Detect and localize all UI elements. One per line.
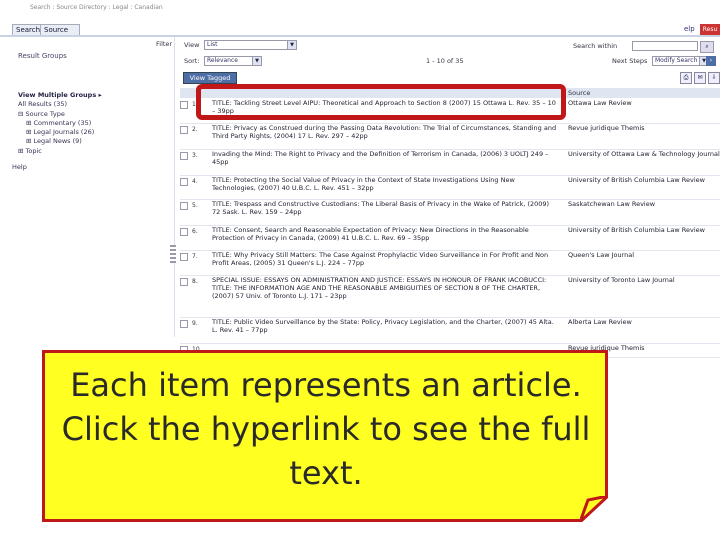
- topic-toggle[interactable]: ⊞ Topic: [18, 147, 42, 155]
- source-type-toggle[interactable]: ⊟ Source Type: [18, 110, 65, 118]
- article-source: Revue juridique Themis: [568, 124, 645, 132]
- article-title-link[interactable]: TITLE: Privacy as Construed during the P…: [212, 124, 557, 148]
- table-row: 9. TITLE: Public Video Surveillance by th…: [180, 318, 720, 344]
- article-title-link[interactable]: TITLE: Protecting the Social Value of Pr…: [212, 176, 557, 198]
- search-within-input[interactable]: [632, 41, 698, 51]
- chevron-down-icon[interactable]: ▼: [287, 40, 297, 50]
- left-panel: Result Groups View Multiple Groups ▸ All…: [0, 37, 175, 337]
- all-results-link[interactable]: All Results (35): [18, 100, 67, 108]
- source-column-header: Source: [568, 89, 591, 97]
- article-source: University of British Columbia Law Revie…: [568, 176, 705, 184]
- tag-checkbox[interactable]: [180, 126, 188, 134]
- results-tab[interactable]: Resu: [700, 24, 720, 35]
- tag-checkbox[interactable]: [180, 278, 188, 286]
- tag-checkbox[interactable]: [180, 202, 188, 210]
- row-number: 3.: [192, 152, 198, 159]
- article-source: University of Toronto Law Journal: [568, 276, 675, 284]
- row-number: 8.: [192, 278, 198, 285]
- view-label: View: [184, 41, 200, 49]
- row-number: 2.: [192, 126, 198, 133]
- result-range: 1 - 10 of 35: [426, 57, 464, 65]
- tag-checkbox[interactable]: [180, 101, 188, 109]
- callout-note: Each item represents an article. Click t…: [42, 350, 608, 522]
- tag-checkbox[interactable]: [180, 228, 188, 236]
- help-link[interactable]: elp: [684, 25, 695, 33]
- tag-checkbox[interactable]: [180, 152, 188, 160]
- table-row: 8. SPECIAL ISSUE: ESSAYS ON ADMINISTRATIO…: [180, 276, 720, 318]
- article-title-link[interactable]: SPECIAL ISSUE: ESSAYS ON ADMINISTRATION …: [212, 276, 557, 316]
- highlight-box: [196, 84, 566, 120]
- search-within-label: Search within: [573, 42, 618, 50]
- tag-checkbox[interactable]: [180, 253, 188, 261]
- chevron-down-icon[interactable]: ▼: [252, 56, 262, 66]
- sort-select[interactable]: Relevance: [204, 56, 254, 66]
- row-number: 4.: [192, 178, 198, 185]
- tag-checkbox[interactable]: [180, 320, 188, 328]
- go-button[interactable]: ›: [706, 56, 716, 66]
- view-select[interactable]: List: [204, 40, 290, 50]
- row-number: 6.: [192, 228, 198, 235]
- article-title-link[interactable]: Invading the Mind: The Right to Privacy …: [212, 150, 557, 174]
- article-source: Saskatchewan Law Review: [568, 200, 656, 208]
- next-steps-select[interactable]: Modify Search: [652, 56, 700, 66]
- article-source: University of Ottawa Law & Technology Jo…: [568, 150, 720, 158]
- panel-collapse-handle[interactable]: [170, 245, 176, 263]
- article-title-link[interactable]: TITLE: Why Privacy Still Matters: The Ca…: [212, 251, 557, 274]
- view-tagged-button[interactable]: View Tagged: [183, 72, 237, 84]
- table-row: 3. Invading the Mind: The Right to Privac…: [180, 150, 720, 176]
- article-source: Queen's Law Journal: [568, 251, 635, 259]
- table-row: 5. TITLE: Trespass and Constructive Custo…: [180, 200, 720, 226]
- article-source: Ottawa Law Review: [568, 99, 632, 107]
- top-bar: Search : Source Directory : Legal : Cana…: [0, 0, 720, 22]
- filter-label: Filter: [156, 40, 173, 48]
- group-legal-journals[interactable]: ⊞ Legal Journals (26): [26, 128, 94, 136]
- table-row: 4. TITLE: Protecting the Social Value of …: [180, 176, 720, 200]
- row-number: 7.: [192, 253, 198, 260]
- article-title-link[interactable]: TITLE: Public Video Surveillance by the …: [212, 318, 557, 342]
- breadcrumb: Search : Source Directory : Legal : Cana…: [30, 4, 163, 11]
- print-icon[interactable]: ⎙: [680, 72, 692, 84]
- download-icon[interactable]: ⇩: [708, 72, 720, 84]
- table-row: 7. TITLE: Why Privacy Still Matters: The …: [180, 251, 720, 276]
- search-icon[interactable]: ⌕: [700, 41, 714, 53]
- table-row: 6. TITLE: Consent, Search and Reasonable …: [180, 226, 720, 251]
- next-steps-label: Next Steps: [612, 57, 648, 65]
- callout-text: Each item represents an article. Click t…: [61, 366, 591, 492]
- help-link-left[interactable]: Help: [12, 163, 27, 171]
- sort-label: Sort:: [184, 57, 200, 65]
- article-title-link[interactable]: TITLE: Trespass and Constructive Custodi…: [212, 200, 557, 224]
- result-groups-heading: Result Groups: [18, 52, 67, 60]
- page-fold-icon: [580, 496, 608, 522]
- group-legal-news[interactable]: ⊞ Legal News (9): [26, 137, 82, 145]
- row-number: 5.: [192, 202, 198, 209]
- article-title-link[interactable]: TITLE: Consent, Search and Reasonable Ex…: [212, 226, 557, 249]
- view-multiple-groups-link[interactable]: View Multiple Groups ▸: [18, 91, 102, 99]
- article-source: Alberta Law Review: [568, 318, 632, 326]
- table-row: 2. TITLE: Privacy as Construed during the…: [180, 124, 720, 150]
- email-icon[interactable]: ✉: [694, 72, 706, 84]
- row-number: 9.: [192, 320, 198, 327]
- tag-checkbox[interactable]: [180, 178, 188, 186]
- article-source: University of British Columbia Law Revie…: [568, 226, 705, 234]
- group-commentary[interactable]: ⊞ Commentary (35): [26, 119, 91, 127]
